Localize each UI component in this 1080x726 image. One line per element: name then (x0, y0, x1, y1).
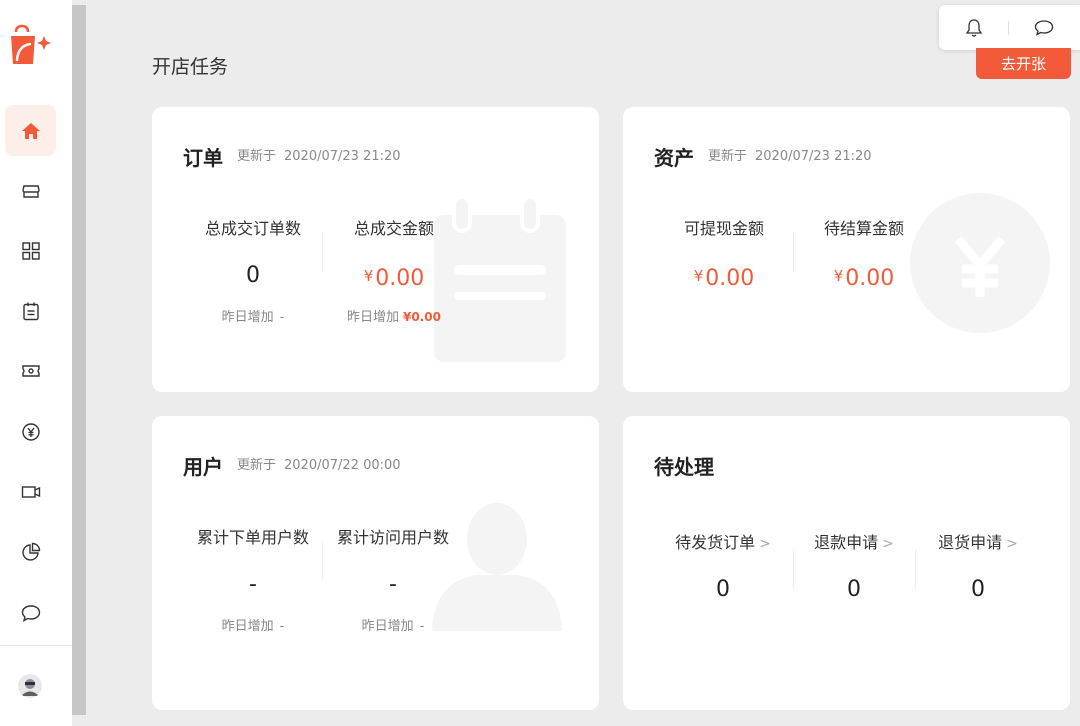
yesterday-value: - (279, 310, 285, 325)
video-icon (21, 485, 40, 498)
users-updated-label: 更新于 (237, 458, 277, 473)
chevron-right-icon: > (882, 536, 894, 552)
chat-icon (21, 604, 40, 622)
pending-shipment-label: 待发货订单 > (648, 531, 798, 555)
return-requests-value: 0 (971, 577, 985, 602)
return-requests-link[interactable]: 退货申请 > 0 (903, 531, 1053, 605)
yesterday-label: 昨日增加 (347, 310, 400, 325)
order-users-label: 累计下单用户数 (196, 528, 309, 547)
total-orders-value: 0 (246, 263, 260, 288)
sidebar-item-shop[interactable] (5, 165, 56, 216)
refund-requests-text: 退款申请 (814, 533, 879, 552)
visit-users-yesterday: 昨日增加 - (318, 615, 468, 634)
action-separator (1008, 21, 1009, 35)
yen-symbol: ¥ (833, 267, 844, 285)
users-updated-time: 2020/07/22 00:00 (284, 458, 401, 473)
pending-settlement-number: 0.00 (845, 266, 895, 291)
yen-symbol: ¥ (693, 267, 704, 285)
total-amount-stat[interactable]: 总成交金额 ¥0.00 昨日增加 ¥0.00 (319, 217, 469, 325)
yesterday-label: 昨日增加 (361, 619, 414, 634)
sidebar-item-analytics[interactable] (5, 526, 56, 577)
orders-card: 订单 更新于 2020/07/23 21:20 总成交订单数 0 昨日增加 - 总成… (152, 107, 599, 392)
withdrawable-label: 可提现金额 (683, 219, 764, 238)
assets-updated-label: 更新于 (708, 149, 748, 164)
withdrawable-value: ¥0.00 (649, 261, 799, 291)
total-amount-label: 总成交金额 (353, 219, 434, 238)
users-card: 用户 更新于 2020/07/22 00:00 累计下单用户数 - 昨日增加 - 累… (152, 416, 599, 710)
yesterday-label: 昨日增加 (221, 619, 274, 634)
order-users-value: - (249, 572, 257, 597)
home-icon (21, 122, 40, 139)
bell-icon (965, 19, 983, 37)
shop-bag-logo (8, 22, 52, 70)
sidebar-item-home[interactable] (5, 105, 56, 156)
scrollbar[interactable] (72, 5, 86, 715)
message-button[interactable] (1034, 18, 1054, 38)
avatar[interactable] (18, 674, 42, 698)
pending-title: 待处理 (654, 455, 714, 479)
order-users-yesterday: 昨日增加 - (178, 615, 328, 634)
sidebar-divider (0, 645, 72, 646)
pending-settlement-stat[interactable]: 待结算金额 ¥0.00 (789, 217, 939, 291)
total-amount-number: 0.00 (375, 266, 425, 291)
total-orders-stat[interactable]: 总成交订单数 0 昨日增加 - (178, 217, 328, 325)
pending-card: 待处理 待发货订单 > 0 退款申请 > 0 退货申请 > 0 (623, 416, 1070, 710)
yesterday-value: - (279, 619, 285, 634)
pie-chart-icon (21, 542, 40, 561)
assets-title: 资产 (654, 146, 694, 170)
grid-icon (21, 241, 40, 260)
chat-icon (1034, 20, 1054, 36)
sidebar-item-orders[interactable] (5, 285, 56, 336)
users-title: 用户 (183, 455, 223, 479)
assets-card: 资产 更新于 2020/07/23 21:20 可提现金额 ¥0.00 待结算金额… (623, 107, 1070, 392)
return-requests-text: 退货申请 (938, 533, 1003, 552)
pending-shipment-link[interactable]: 待发货订单 > 0 (648, 531, 798, 605)
pending-settlement-value: ¥0.00 (789, 261, 939, 291)
visit-users-label: 累计访问用户数 (336, 528, 449, 547)
page-title: 开店任务 (152, 56, 229, 78)
assets-updated: 更新于 2020/07/23 21:20 (708, 145, 872, 164)
chevron-right-icon: > (1006, 536, 1018, 552)
orders-title: 订单 (183, 146, 223, 170)
total-orders-label: 总成交订单数 (204, 219, 301, 238)
yesterday-value: - (419, 619, 425, 634)
visit-users-stat[interactable]: 累计访问用户数 - 昨日增加 - (318, 526, 468, 634)
withdrawable-stat[interactable]: 可提现金额 ¥0.00 (649, 217, 799, 291)
sidebar-item-coupons[interactable] (5, 345, 56, 396)
notification-button[interactable] (964, 18, 984, 38)
orders-updated-label: 更新于 (237, 149, 277, 164)
sidebar-item-messages[interactable] (5, 587, 56, 638)
clipboard-icon (22, 302, 39, 320)
visit-users-value: - (389, 572, 397, 597)
pending-shipment-text: 待发货订单 (675, 533, 756, 552)
total-orders-yesterday: 昨日增加 - (178, 306, 328, 325)
sidebar-item-apps[interactable] (5, 225, 56, 276)
pending-shipment-value: 0 (716, 577, 730, 602)
pending-settlement-label: 待结算金额 (823, 219, 904, 238)
open-shop-button[interactable]: 去开张 (976, 48, 1071, 79)
yen-symbol: ¥ (363, 267, 374, 285)
store-icon (21, 184, 40, 198)
sidebar-item-finance[interactable] (5, 406, 56, 457)
yesterday-label: 昨日增加 (221, 310, 274, 325)
yesterday-amount: ¥0.00 (403, 310, 441, 324)
sidebar-item-video[interactable] (5, 466, 56, 517)
orders-updated-time: 2020/07/23 21:20 (284, 149, 401, 164)
users-updated: 更新于 2020/07/22 00:00 (237, 454, 401, 473)
yen-circle-icon (21, 422, 40, 441)
withdrawable-number: 0.00 (705, 266, 755, 291)
sidebar (0, 0, 72, 726)
top-action-bar (939, 5, 1080, 50)
assets-updated-time: 2020/07/23 21:20 (755, 149, 872, 164)
ticket-icon (21, 364, 40, 377)
total-amount-value: ¥0.00 (319, 261, 469, 291)
total-amount-yesterday: 昨日增加 ¥0.00 (319, 306, 469, 325)
order-users-stat[interactable]: 累计下单用户数 - 昨日增加 - (178, 526, 328, 634)
return-requests-label: 退货申请 > (903, 531, 1053, 555)
orders-updated: 更新于 2020/07/23 21:20 (237, 145, 401, 164)
chevron-right-icon: > (759, 536, 771, 552)
